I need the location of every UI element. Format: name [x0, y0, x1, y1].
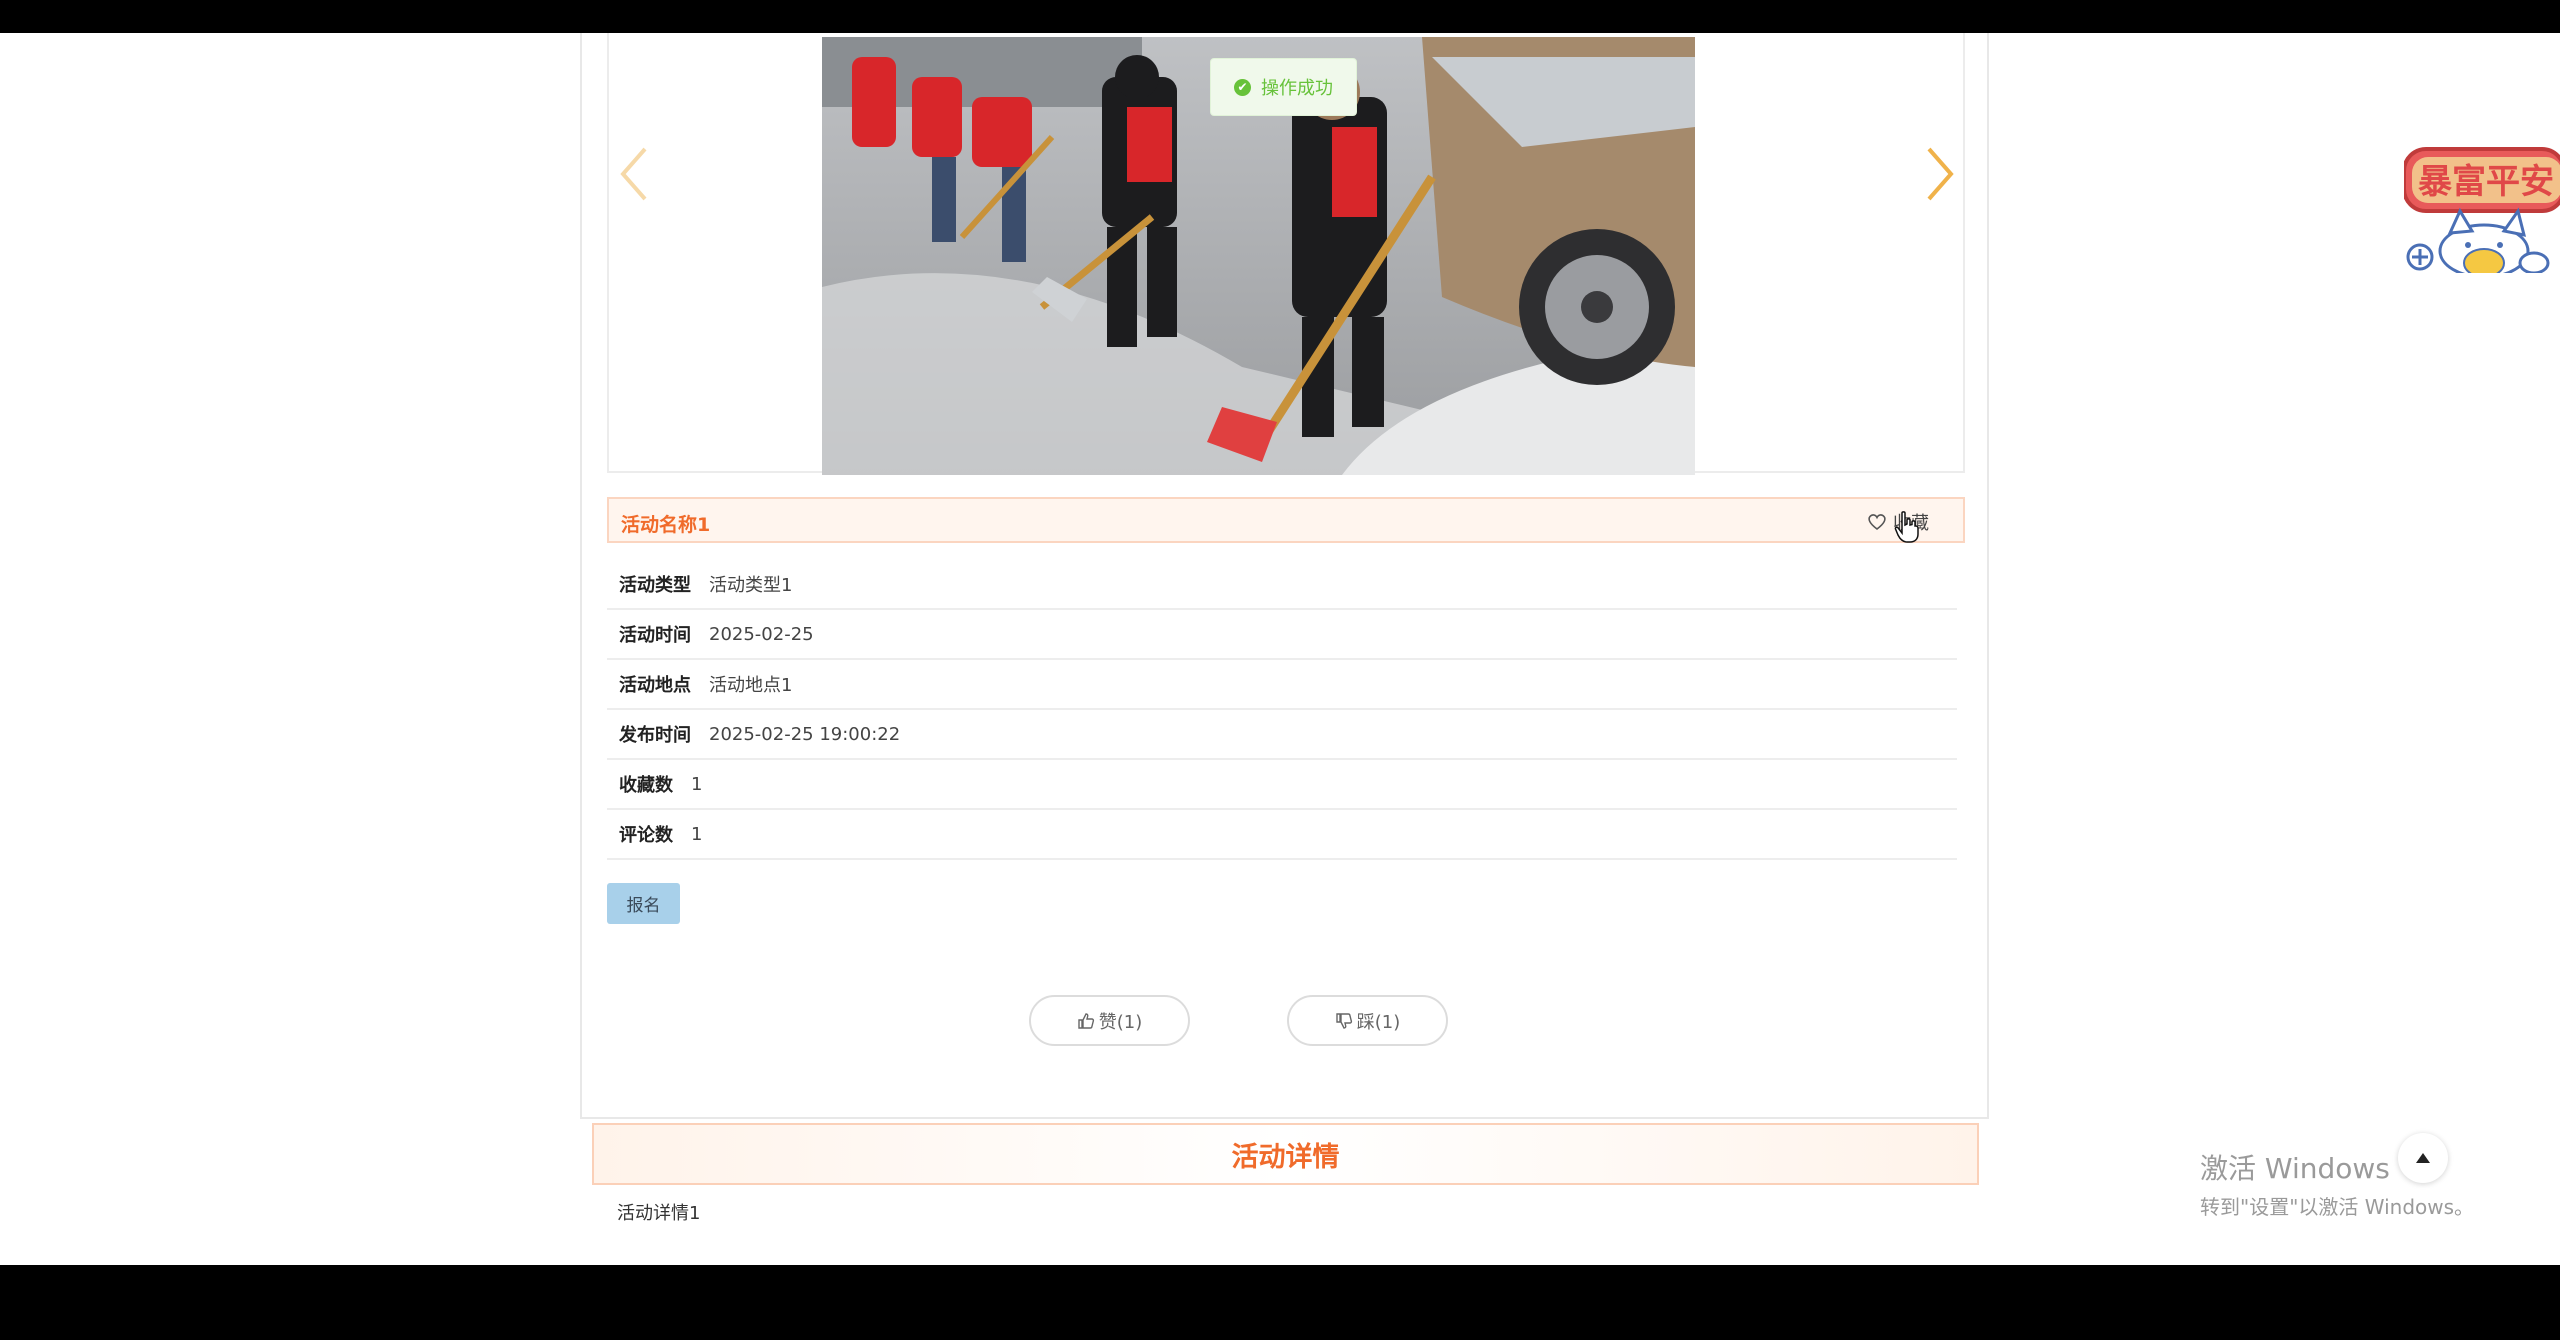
info-value: 活动类型1 [709, 575, 793, 596]
info-value: 活动地点1 [709, 675, 793, 696]
mascot-banner[interactable]: 暴富平安 [2402, 113, 2560, 279]
info-value: 2025-02-25 19:00:22 [709, 723, 901, 745]
back-to-top-button[interactable] [2398, 1133, 2448, 1183]
like-label: 赞(1) [1098, 1011, 1143, 1033]
like-button[interactable]: 赞(1) [1029, 995, 1190, 1046]
info-row-published: 发布时间 2025-02-25 19:00:22 [607, 710, 1957, 760]
page: 活动名称1 收藏 活动类型 活动类型1 活动时间 2025-02-25 活动地点… [0, 33, 2560, 1265]
caret-up-icon [2416, 1153, 2430, 1163]
info-row-type: 活动类型 活动类型1 [607, 560, 1957, 610]
dislike-label: 踩(1) [1356, 1011, 1401, 1033]
check-circle-icon: ✔ [1234, 78, 1251, 96]
info-label: 收藏数 [619, 775, 673, 796]
mouse-cursor [1894, 511, 1920, 547]
success-toast: ✔ 操作成功 [1210, 58, 1357, 116]
signup-button[interactable]: 报名 [607, 883, 680, 924]
toast-message: 操作成功 [1261, 78, 1333, 99]
details-heading: 活动详情 [592, 1123, 1979, 1185]
info-label: 发布时间 [619, 725, 691, 746]
carousel-prev-arrow[interactable] [615, 139, 655, 209]
info-value: 1 [691, 773, 703, 795]
info-row-comments: 评论数 1 [607, 810, 1957, 860]
watermark-line2: 转到"设置"以激活 Windows。 [2200, 1195, 2475, 1219]
info-label: 活动地点 [619, 675, 691, 696]
mascot-banner-text: 暴富平安 [2418, 162, 2554, 202]
info-row-location: 活动地点 活动地点1 [607, 660, 1957, 710]
info-label: 活动类型 [619, 575, 691, 596]
carousel-next-arrow[interactable] [1919, 139, 1959, 209]
thumbs-down-icon [1336, 1012, 1352, 1029]
info-row-favorites: 收藏数 1 [607, 760, 1957, 810]
activity-name: 活动名称1 [621, 514, 711, 536]
info-value: 1 [691, 823, 703, 845]
heart-icon [1868, 514, 1886, 531]
thumbs-up-icon [1078, 1012, 1094, 1029]
info-value: 2025-02-25 [709, 623, 814, 645]
activity-title-bar: 活动名称1 收藏 [607, 497, 1965, 543]
dislike-button[interactable]: 踩(1) [1287, 995, 1448, 1046]
info-label: 评论数 [619, 825, 673, 846]
info-row-time: 活动时间 2025-02-25 [607, 610, 1957, 660]
details-content: 活动详情1 [617, 1203, 701, 1224]
info-label: 活动时间 [619, 625, 691, 646]
